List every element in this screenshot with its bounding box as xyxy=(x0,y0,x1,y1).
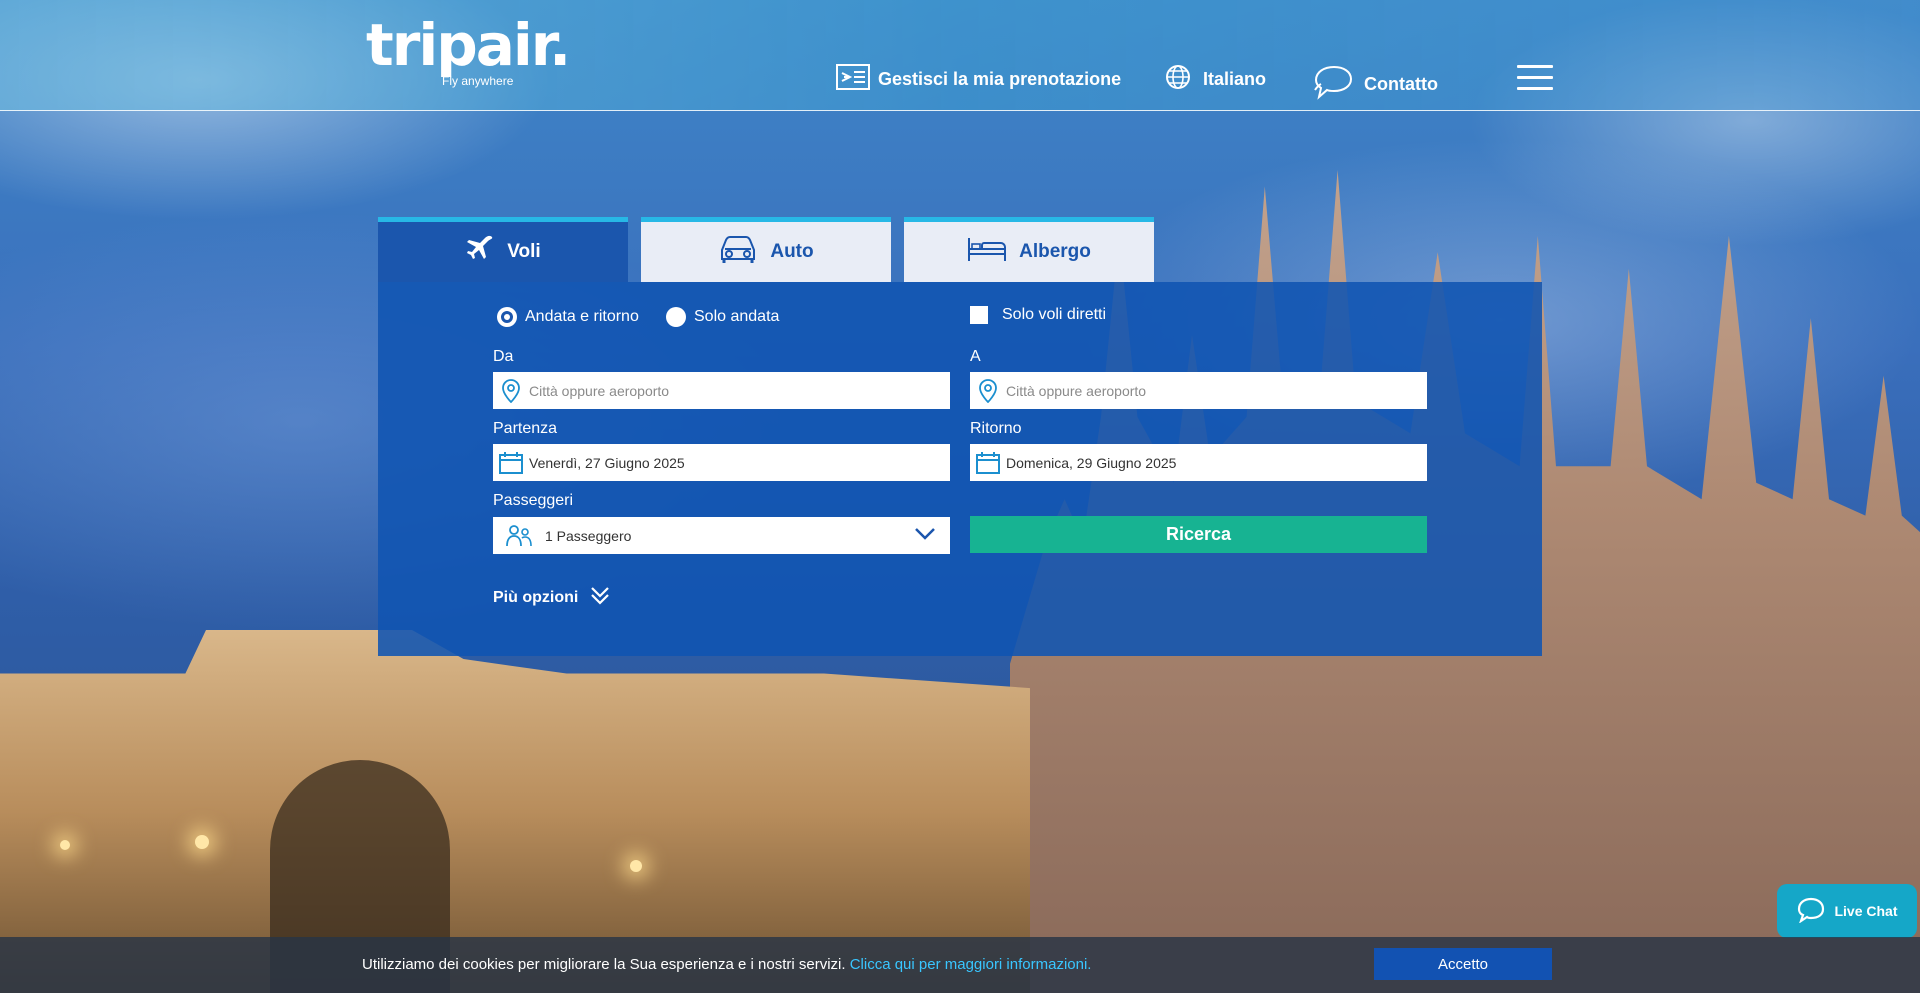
menu-icon[interactable] xyxy=(1517,65,1553,91)
search-button[interactable]: Ricerca xyxy=(970,516,1427,553)
double-chevron-down-icon xyxy=(590,585,610,610)
departure-date-field[interactable]: Venerdì, 27 Giugno 2025 xyxy=(493,444,950,481)
street-light xyxy=(195,835,209,849)
from-input[interactable]: Città oppure aeroporto xyxy=(529,383,669,399)
cookie-text: Utilizziamo dei cookies per migliorare l… xyxy=(362,956,850,973)
ticket-icon xyxy=(836,64,870,95)
tab-cars[interactable]: Auto xyxy=(641,217,891,282)
chevron-down-icon xyxy=(914,527,936,544)
language-label: Italiano xyxy=(1203,69,1267,89)
cookie-info-link[interactable]: Clicca qui per maggiori informazioni. xyxy=(850,956,1092,973)
more-options-toggle[interactable]: Più opzioni xyxy=(493,585,610,610)
bed-icon xyxy=(967,235,1007,269)
to-input[interactable]: Città oppure aeroporto xyxy=(1006,383,1146,399)
manage-booking-label: Gestisci la mia prenotazione xyxy=(878,69,1122,89)
tab-flights[interactable]: Voli xyxy=(378,217,628,282)
tab-cars-label: Auto xyxy=(770,241,814,262)
departure-label: Partenza xyxy=(493,420,558,437)
brand-tagline: Fly anywhere xyxy=(442,74,514,88)
to-field[interactable]: Città oppure aeroporto xyxy=(970,372,1427,409)
cookie-banner: Utilizziamo dei cookies per migliorare l… xyxy=(0,937,1920,993)
return-label: Ritorno xyxy=(970,420,1022,437)
accept-cookies-button[interactable]: Accetto xyxy=(1374,948,1552,980)
contact-label: Contatto xyxy=(1364,74,1438,94)
return-date-value[interactable]: Domenica, 29 Giugno 2025 xyxy=(1006,455,1176,471)
calendar-icon xyxy=(493,451,529,474)
language-selector[interactable]: Italiano xyxy=(1165,64,1266,95)
calendar-icon xyxy=(970,451,1006,474)
one-way-label: Solo andata xyxy=(694,308,780,325)
live-chat-button[interactable]: Live Chat xyxy=(1777,884,1917,938)
passengers-label: Passeggeri xyxy=(493,492,574,509)
one-way-radio[interactable] xyxy=(666,307,686,327)
car-icon xyxy=(718,234,758,270)
location-pin-icon xyxy=(970,378,1006,403)
cookie-message: Utilizziamo dei cookies per migliorare l… xyxy=(362,956,1091,973)
chat-bubble-icon xyxy=(1796,897,1826,926)
return-date-field[interactable]: Domenica, 29 Giugno 2025 xyxy=(970,444,1427,481)
manage-booking-link[interactable]: Gestisci la mia prenotazione xyxy=(836,64,1121,95)
from-field[interactable]: Città oppure aeroporto xyxy=(493,372,950,409)
tab-flights-label: Voli xyxy=(507,241,541,262)
globe-icon xyxy=(1165,64,1191,95)
street-light xyxy=(60,840,70,850)
plane-icon xyxy=(465,234,495,270)
round-trip-option[interactable]: Andata e ritorno xyxy=(497,307,639,327)
tab-hotels[interactable]: Albergo xyxy=(904,217,1154,282)
round-trip-label: Andata e ritorno xyxy=(525,308,639,325)
more-options-label: Più opzioni xyxy=(493,588,579,606)
departure-date-value[interactable]: Venerdì, 27 Giugno 2025 xyxy=(529,455,685,471)
one-way-option[interactable]: Solo andata xyxy=(666,307,779,327)
brand-logo[interactable]: tripair. Fly anywhere xyxy=(366,11,571,88)
round-trip-radio[interactable] xyxy=(497,307,517,327)
from-label: Da xyxy=(493,348,514,365)
street-light xyxy=(630,860,642,872)
live-chat-label: Live Chat xyxy=(1834,903,1898,919)
direct-flights-checkbox[interactable] xyxy=(970,306,988,324)
chat-bubble-icon xyxy=(1312,64,1354,105)
location-pin-icon xyxy=(493,378,529,403)
brand-name: tripair. xyxy=(366,11,571,79)
tab-hotels-label: Albergo xyxy=(1019,241,1091,262)
site-header: tripair. Fly anywhere Gestisci la mia pr… xyxy=(0,0,1920,111)
passengers-select[interactable]: 1 Passeggero xyxy=(493,517,950,554)
direct-flights-label: Solo voli diretti xyxy=(1002,306,1107,323)
contact-link[interactable]: Contatto xyxy=(1312,64,1438,105)
passengers-icon xyxy=(493,524,545,548)
to-label: A xyxy=(970,348,981,365)
passengers-value: 1 Passeggero xyxy=(545,527,632,544)
direct-flights-option[interactable]: Solo voli diretti xyxy=(970,306,1106,324)
